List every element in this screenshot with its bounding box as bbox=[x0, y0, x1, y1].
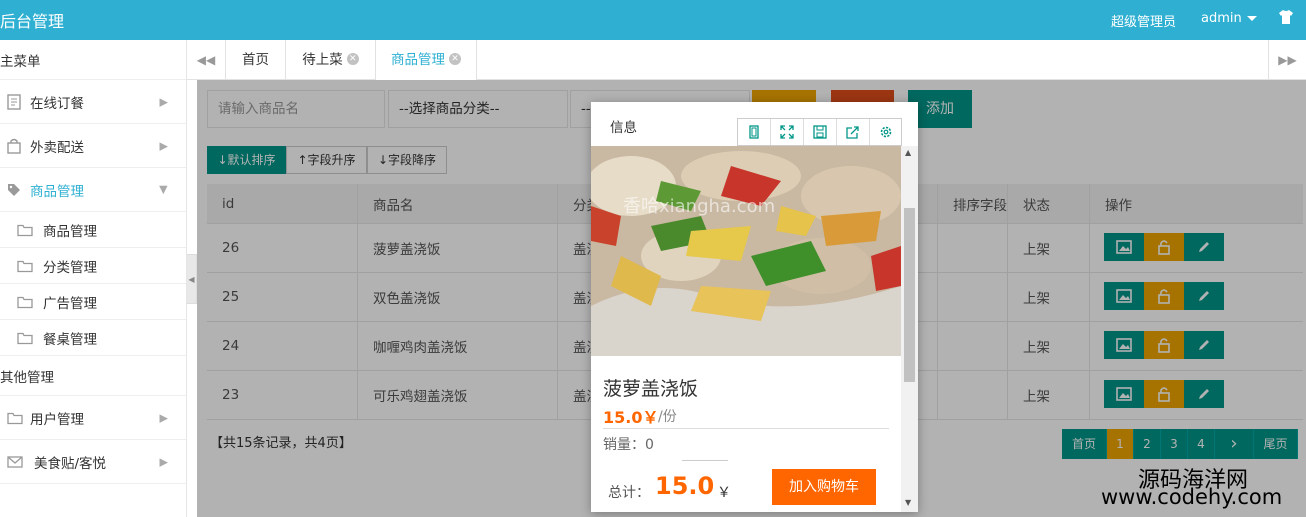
top-header: 后台管理 超级管理员 admin bbox=[0, 0, 1306, 40]
tab-label: 商品管理 bbox=[391, 52, 445, 68]
dialog-scrollbar[interactable]: ▲ ▼ bbox=[901, 146, 918, 512]
chevron-down-icon[interactable] bbox=[1247, 16, 1257, 21]
dialog-title: 信息 bbox=[610, 120, 637, 136]
sidebar-item-label: 分类管理 bbox=[43, 259, 97, 276]
app-title: 后台管理 bbox=[0, 12, 65, 31]
tab-bar: ◀◀ 首页 待上菜 ✕ 商品管理 ✕ ▶▶ bbox=[187, 40, 1306, 81]
fullscreen-icon[interactable] bbox=[771, 119, 804, 145]
other-menu-label: 其他管理 bbox=[0, 369, 54, 386]
site-watermark-url: www.codehy.com bbox=[1101, 485, 1283, 509]
scroll-up-icon[interactable]: ▲ bbox=[905, 148, 911, 157]
sidebar: 主菜单 在线订餐 ▶ 外卖配送 ▶ 商品管理 ▶ 商品管理 分类管理 广告管理 … bbox=[0, 40, 187, 517]
scroll-down-icon[interactable]: ▼ bbox=[905, 498, 911, 507]
price-unit: /份 bbox=[658, 409, 677, 425]
sales-count: 销量：0 bbox=[603, 437, 654, 453]
tab-home[interactable]: 首页 bbox=[225, 40, 285, 80]
dish-name: 菠萝盖浇饭 bbox=[603, 378, 699, 400]
restore-icon[interactable] bbox=[738, 119, 771, 145]
chevron-right-icon: ▶ bbox=[159, 139, 168, 152]
user-menu[interactable]: admin bbox=[1201, 11, 1242, 26]
chevron-right-icon: ▶ bbox=[159, 95, 168, 108]
dish-price: 15.0￥ bbox=[603, 408, 659, 427]
sidebar-item-goods[interactable]: 商品管理 ▶ bbox=[0, 168, 186, 212]
sidebar-subitem-goods-manage[interactable]: 商品管理 bbox=[0, 212, 186, 248]
sidebar-item-label: 用户管理 bbox=[30, 411, 84, 428]
main-menu-header: 主菜单 bbox=[0, 40, 186, 80]
sidebar-item-label: 广告管理 bbox=[43, 295, 97, 312]
tab-goods-manage[interactable]: 商品管理 ✕ bbox=[375, 40, 477, 81]
tag-icon bbox=[8, 183, 20, 196]
food-photo bbox=[591, 146, 901, 356]
currency-symbol: ￥ bbox=[717, 485, 731, 501]
shirt-icon[interactable] bbox=[1278, 9, 1294, 25]
folder-icon bbox=[17, 296, 33, 308]
tab-scroll-right-icon[interactable]: ▶▶ bbox=[1268, 40, 1306, 80]
mail-icon bbox=[7, 455, 23, 468]
sidebar-subitem-ads[interactable]: 广告管理 bbox=[0, 284, 186, 320]
bag-icon bbox=[7, 138, 21, 154]
gear-icon[interactable] bbox=[870, 119, 903, 145]
user-role: 超级管理员 bbox=[1111, 15, 1177, 30]
sidebar-item-delivery[interactable]: 外卖配送 ▶ bbox=[0, 124, 186, 168]
total-value: 15.0 bbox=[655, 472, 715, 500]
quantity-stepper[interactable] bbox=[682, 460, 728, 462]
divider bbox=[603, 428, 889, 429]
close-icon[interactable]: ✕ bbox=[346, 53, 359, 65]
folder-icon bbox=[17, 332, 33, 344]
save-icon[interactable] bbox=[804, 119, 837, 145]
other-menu-header: 其他管理 bbox=[0, 356, 186, 396]
sidebar-item-label: 美食贴/客悦 bbox=[34, 455, 107, 472]
sidebar-subitem-tables[interactable]: 餐桌管理 bbox=[0, 320, 186, 356]
sidebar-item-label: 餐桌管理 bbox=[43, 331, 97, 348]
sidebar-item-label: 外卖配送 bbox=[30, 139, 84, 156]
tab-pending-dishes[interactable]: 待上菜 ✕ bbox=[285, 40, 375, 80]
share-icon[interactable] bbox=[837, 119, 870, 145]
sidebar-item-users[interactable]: 用户管理 ▶ bbox=[0, 396, 186, 440]
folder-icon bbox=[17, 224, 33, 236]
sidebar-subitem-category[interactable]: 分类管理 bbox=[0, 248, 186, 284]
product-info-dialog: 信息 香哈xiangha.com ▲ ▼ 菠萝盖浇饭 15.0￥ /份 销量：0… bbox=[591, 102, 918, 512]
sidebar-item-label: 商品管理 bbox=[30, 183, 84, 200]
folder-icon bbox=[7, 412, 23, 424]
chevron-right-icon: ▶ bbox=[159, 411, 168, 424]
dialog-toolbar bbox=[737, 118, 902, 146]
tab-label: 待上菜 bbox=[302, 52, 343, 68]
main-menu-label: 主菜单 bbox=[0, 53, 41, 70]
folder-icon bbox=[17, 260, 33, 272]
tab-scroll-left-icon[interactable]: ◀◀ bbox=[187, 40, 225, 80]
add-to-cart-button[interactable]: 加入购物车 bbox=[772, 469, 876, 505]
document-icon bbox=[7, 93, 21, 110]
sidebar-item-food-posts[interactable]: 美食贴/客悦 ▶ bbox=[0, 440, 186, 484]
total-label: 总计： bbox=[608, 485, 650, 501]
sidebar-collapse-handle[interactable]: ◀ bbox=[187, 254, 197, 304]
scrollbar-thumb[interactable] bbox=[904, 208, 915, 382]
image-watermark-text: 香哈xiangha.com bbox=[623, 196, 776, 217]
chevron-right-icon: ▶ bbox=[159, 455, 168, 468]
sidebar-item-label: 在线订餐 bbox=[30, 95, 84, 112]
chevron-down-icon: ▶ bbox=[157, 185, 171, 194]
sidebar-item-online-order[interactable]: 在线订餐 ▶ bbox=[0, 80, 186, 124]
sidebar-item-label: 商品管理 bbox=[43, 223, 97, 240]
close-icon[interactable]: ✕ bbox=[449, 53, 461, 65]
tab-label: 首页 bbox=[242, 52, 269, 68]
